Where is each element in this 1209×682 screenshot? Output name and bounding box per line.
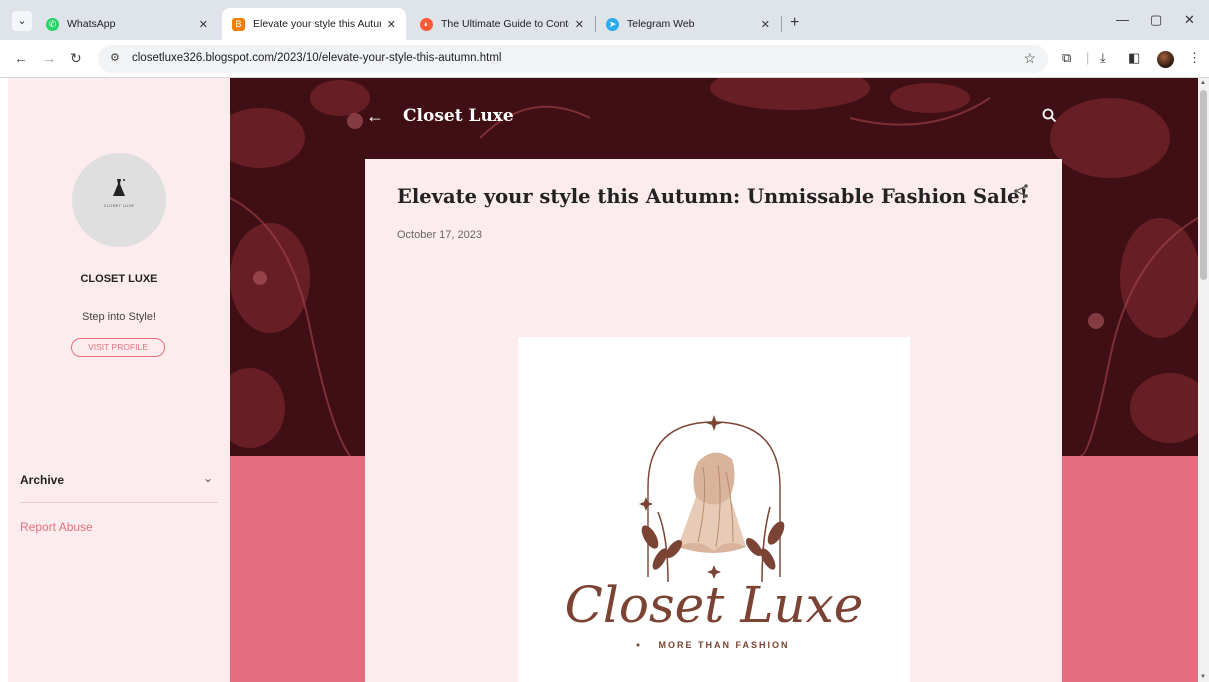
tab-title: Elevate your style this Autumn	[253, 18, 381, 30]
tab-search-button[interactable]: ⌄	[12, 11, 32, 31]
tab-telegram[interactable]: ➤ Telegram Web ✕	[596, 8, 780, 40]
scroll-down-icon[interactable]: ▼	[1200, 674, 1206, 680]
search-icon[interactable]	[1042, 108, 1057, 123]
menu-icon[interactable]: ⋮	[1188, 50, 1201, 66]
logo-tagline: MORE THAN FASHION	[658, 640, 789, 650]
tab-content-guide[interactable]: ◐ The Ultimate Guide to Content ✕	[410, 8, 594, 40]
profile-name[interactable]: CLOSET LUXE	[8, 273, 230, 285]
web-page: CLOSET LUXE CLOSET LUXE Step into Style!…	[0, 78, 1209, 682]
telegram-icon: ➤	[606, 17, 619, 31]
whatsapp-icon: ✆	[46, 17, 59, 31]
url-text[interactable]: closetluxe326.blogspot.com/2023/10/eleva…	[132, 52, 501, 64]
close-icon[interactable]: ✕	[199, 18, 208, 31]
profile-tagline: Step into Style!	[82, 311, 156, 323]
restore-icon[interactable]: ▢	[1150, 12, 1162, 28]
close-icon[interactable]: ✕	[575, 18, 584, 31]
minimize-icon[interactable]: —	[1116, 12, 1129, 27]
tab-blog-post[interactable]: B Elevate your style this Autumn ✕	[222, 8, 406, 40]
blogger-icon: B	[232, 17, 245, 31]
scroll-up-icon[interactable]: ▲	[1200, 80, 1206, 86]
divider	[20, 502, 218, 503]
new-tab-button[interactable]: +	[790, 14, 799, 32]
post-date: October 17, 2023	[397, 229, 483, 241]
archive-toggle[interactable]: Archive	[20, 473, 64, 487]
side-panel-icon[interactable]: ◧	[1128, 50, 1140, 66]
post-title: Elevate your style this Autumn: Unmissab…	[397, 185, 1029, 208]
toolbar-divider: |	[1086, 50, 1090, 65]
extensions-icon[interactable]: ⧉	[1062, 50, 1071, 66]
main-content: ← Closet Luxe Elevate your style this Au…	[230, 78, 1198, 682]
post-image[interactable]: Closet Luxe MORE THAN FASHION	[518, 337, 910, 682]
bookmark-star-icon[interactable]: ☆	[1023, 50, 1036, 67]
post-card: Elevate your style this Autumn: Unmissab…	[365, 159, 1062, 682]
site-info-icon[interactable]: ⚙	[110, 51, 120, 64]
forward-icon[interactable]: →	[42, 50, 56, 66]
download-icon[interactable]: ⤓	[1100, 50, 1106, 66]
blog-title[interactable]: Closet Luxe	[403, 106, 514, 126]
visit-profile-button[interactable]: VISIT PROFILE	[71, 338, 165, 357]
back-icon[interactable]: ←	[14, 50, 28, 66]
report-abuse-link[interactable]: Report Abuse	[20, 520, 93, 534]
chevron-down-icon[interactable]: ⌄	[203, 471, 213, 485]
closet-luxe-logo: Closet Luxe MORE THAN FASHION	[565, 415, 864, 650]
tab-title: The Ultimate Guide to Content	[441, 18, 569, 30]
tab-title: WhatsApp	[67, 18, 116, 30]
logo-script-text: Closet Luxe	[565, 576, 864, 634]
tab-whatsapp[interactable]: ✆ WhatsApp ✕	[36, 8, 218, 40]
share-icon[interactable]	[1013, 183, 1029, 199]
profile-logo[interactable]: CLOSET LUXE	[72, 153, 166, 247]
tab-bar: ⌄ ✆ WhatsApp ✕ B Elevate your style this…	[0, 0, 1209, 40]
scroll-thumb[interactable]	[1200, 90, 1207, 280]
profile-avatar[interactable]	[1157, 51, 1174, 68]
tab-separator	[781, 16, 782, 32]
page-scrollbar[interactable]: ▲ ▼	[1198, 78, 1209, 682]
reload-icon[interactable]: ↻	[70, 50, 82, 67]
back-arrow-icon[interactable]: ←	[366, 106, 384, 127]
address-bar[interactable]: ⚙ closetluxe326.blogspot.com/2023/10/ele…	[98, 45, 1048, 73]
browser-toolbar: ← → ↻ ⚙ closetluxe326.blogspot.com/2023/…	[0, 40, 1209, 78]
dress-icon	[113, 179, 125, 196]
tab-title: Telegram Web	[627, 18, 695, 30]
hubspot-icon: ◐	[420, 17, 433, 31]
sidebar: CLOSET LUXE CLOSET LUXE Step into Style!…	[8, 78, 230, 682]
logo-mini-text: CLOSET LUXE	[103, 203, 135, 208]
close-icon[interactable]: ✕	[387, 18, 396, 31]
window-close-icon[interactable]: ✕	[1184, 12, 1195, 28]
close-icon[interactable]: ✕	[761, 18, 770, 31]
